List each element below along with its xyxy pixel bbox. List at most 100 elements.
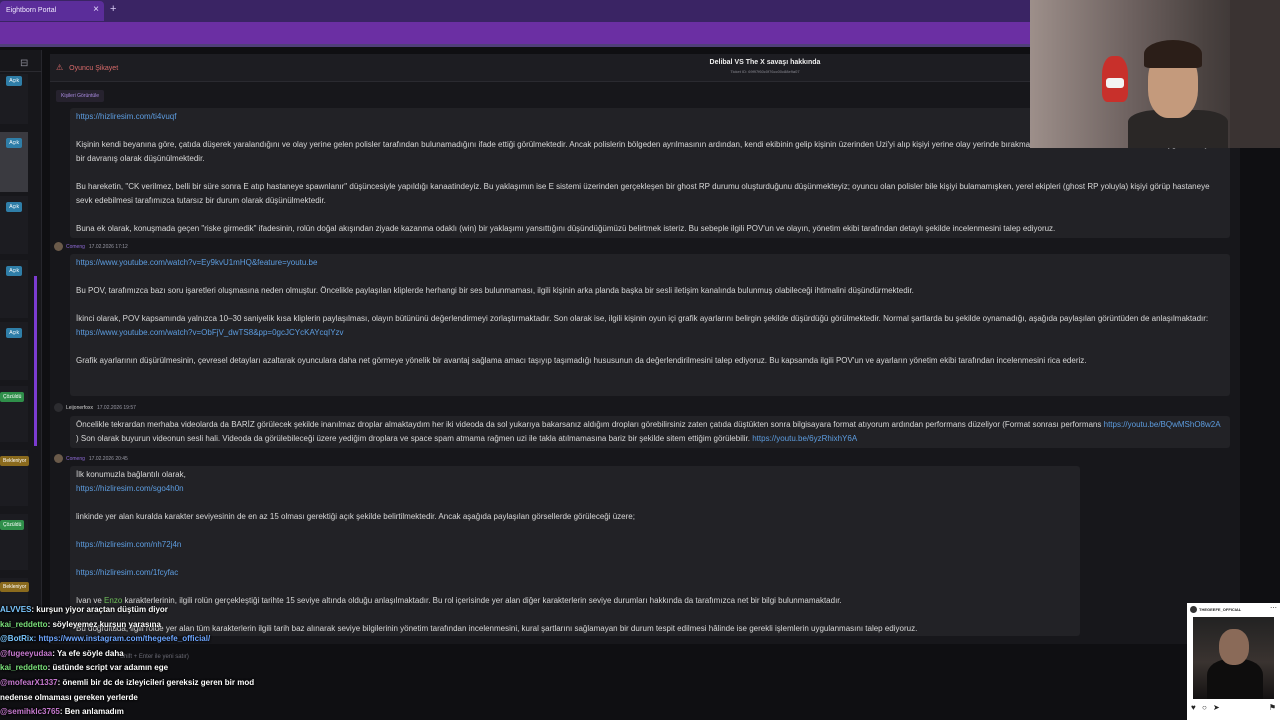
- instagram-card: THEGEEFE_OFFICIAL ⋯ ♥ ○ ➤ ⚑: [1187, 603, 1280, 720]
- status-badge: Bekleniyor: [0, 582, 30, 592]
- photo-coat: [1207, 659, 1263, 699]
- chat-user: @semihklc3765: [0, 707, 60, 717]
- chat-text: : söyleyemez kurşun yarasına: [47, 619, 161, 629]
- sidebar-scroll-indicator: [34, 276, 37, 446]
- message-body: https://www.youtube.com/watch?v=Ey9kvU1m…: [70, 254, 1230, 396]
- chat-message: @semihklc3765: Ben anlamadım: [0, 705, 340, 720]
- santa-beard: [1106, 78, 1124, 88]
- chat-text: : Ben anlamadım: [59, 707, 124, 717]
- message-author[interactable]: Comeng: [66, 456, 85, 462]
- message-paragraph: linkinde yer alan kuralda karakter seviy…: [76, 512, 635, 521]
- webcam-cabinet: [1230, 0, 1280, 148]
- chat-text: : https://www.instagram.com/thegeefe_off…: [33, 634, 211, 644]
- message-meta: Comeng 17.02.2026 20:45: [54, 454, 128, 463]
- message-body: Öncelikle tekrardan merhaba videolarda d…: [70, 416, 1230, 448]
- status-badge: Açık: [6, 328, 22, 338]
- stream-chat: ALVVES: kurşun yiyor araçtan düştüm diyo…: [0, 603, 340, 720]
- ticket-id: Ticket ID: 69f97f60c0f76cc00c88e9a07: [730, 69, 800, 74]
- instagram-photo: [1193, 617, 1274, 699]
- message-feed[interactable]: Kişileri Görüntüle https://hizliresim.co…: [50, 82, 1240, 644]
- message-link[interactable]: https://www.youtube.com/watch?v=Ey9kvU1m…: [76, 258, 317, 267]
- instagram-handle: THEGEEFE_OFFICIAL: [1199, 607, 1242, 612]
- message-paragraph: İkinci olarak, POV kapsamında yalnızca 1…: [76, 314, 1209, 323]
- chat-text: : üstünde script var adamın ege: [47, 663, 169, 673]
- avatar: [54, 403, 63, 412]
- sidebar-toolbar: ⊟: [0, 56, 42, 72]
- chat-text: nedense olmaması gereken yerlerde: [0, 692, 138, 702]
- tab-title: Eightborn Portal: [6, 7, 57, 14]
- chat-text: : kurşun yiyor araçtan düştüm diyor: [31, 605, 168, 614]
- streamer-hair: [1144, 40, 1202, 68]
- screen: Eightborn Portal × + ⊟ Açık Açık Açık Aç…: [0, 0, 1280, 720]
- ticket-title: Delibal VS The X savaşı hakkında: [709, 59, 821, 66]
- message-author[interactable]: Leijonerfoxx: [66, 405, 93, 411]
- message-link[interactable]: https://youtu.be/6yzRhixhY6A: [752, 434, 857, 443]
- sidebar-item[interactable]: Açık: [0, 132, 28, 192]
- photo-person: [1219, 629, 1249, 665]
- sidebar-item[interactable]: Açık: [0, 260, 28, 318]
- message-paragraph: Buna ek olarak, konuşmada geçen "riske g…: [76, 224, 1056, 233]
- status-badge: Açık: [6, 138, 22, 148]
- browser-tab[interactable]: Eightborn Portal ×: [0, 1, 104, 21]
- avatar: [54, 242, 63, 251]
- message-link[interactable]: https://hizliresim.com/1fcyfac: [76, 568, 178, 577]
- message-time: 17.02.2026 20:45: [88, 455, 128, 462]
- message-time: 17.02.2026 19:57: [96, 404, 136, 411]
- message-paragraph: İlk konumuzla bağlantılı olarak,: [76, 470, 186, 479]
- chat-message: kai_reddetto: söyleyemez kurşun yarasına: [0, 618, 340, 633]
- more-icon: ⋯: [1270, 605, 1277, 612]
- status-badge: Açık: [6, 76, 22, 86]
- avatar: [54, 454, 63, 463]
- chat-text: : Ya efe söyle daha: [52, 648, 124, 658]
- chat-message: ALVVES: kurşun yiyor araçtan düştüm diyo…: [0, 603, 340, 618]
- message-meta: Leijonerfoxx 17.02.2026 19:57: [54, 403, 136, 412]
- status-badge: Çözüldü: [0, 520, 25, 530]
- chat-user: kai_reddetto: [0, 619, 48, 629]
- chat-text: : önemli bir dc de izleyicileri gereksiz…: [57, 677, 255, 687]
- sidebar-item[interactable]: Açık: [0, 196, 28, 254]
- message-link[interactable]: https://hizliresim.com/ti4vuqf: [76, 112, 176, 121]
- sidebar-item[interactable]: Çözüldü: [0, 514, 28, 570]
- close-icon[interactable]: ×: [93, 4, 99, 15]
- report-icon: ⚠: [56, 63, 64, 72]
- message-time: 17.02.2026 17:12: [88, 243, 128, 250]
- message-paragraph: Öncelikle tekrardan merhaba videolarda d…: [76, 420, 1102, 429]
- chat-user: ALVVES: [0, 605, 32, 614]
- ticket-category: ⚠ Oyuncu Şikayet: [56, 63, 118, 72]
- bookmark-icon: ⚑: [1268, 703, 1276, 712]
- chat-user: @BotRix: [0, 634, 34, 644]
- sidebar-item[interactable]: Açık: [0, 74, 28, 124]
- chat-user: kai_reddetto: [0, 663, 48, 673]
- message-paragraph: ) Son olarak buyurun videonun sesli hali…: [76, 434, 750, 443]
- status-badge: Açık: [6, 266, 22, 276]
- chat-user: @fugeeyudaa: [0, 648, 53, 658]
- sidebar-item[interactable]: Bekleniyor: [0, 450, 30, 506]
- status-badge: Açık: [6, 202, 22, 212]
- instagram-actions: ♥ ○ ➤: [1191, 703, 1222, 712]
- webcam-overlay: [1030, 0, 1280, 148]
- message-link[interactable]: https://hizliresim.com/nh72j4n: [76, 540, 181, 549]
- chat-message: nedense olmaması gereken yerlerde: [0, 691, 340, 706]
- collapse-icon[interactable]: ⊟: [20, 58, 28, 69]
- chat-user: @mofearX1337: [0, 677, 58, 687]
- chat-message: @fugeeyudaa: Ya efe söyle daha: [0, 647, 340, 662]
- chat-message: kai_reddetto: üstünde script var adamın …: [0, 661, 340, 676]
- message-paragraph: Grafik ayarlarının düşürülmesinin, çevre…: [76, 356, 1087, 365]
- ticket-category-label: Oyuncu Şikayet: [69, 65, 119, 72]
- chat-message: @BotRix: https://www.instagram.com/thege…: [0, 632, 340, 647]
- message-paragraph: Bu hareketin, "CK verilmez, belli bir sü…: [76, 182, 1210, 205]
- message-link[interactable]: https://www.youtube.com/watch?v=ObFjV_dw…: [76, 328, 344, 337]
- message-author[interactable]: Comeng: [66, 244, 85, 250]
- chat-message: @mofearX1337: önemli bir dc de izleyicil…: [0, 676, 340, 691]
- sidebar-item[interactable]: Açık: [0, 322, 28, 380]
- message-link[interactable]: https://youtu.be/BQwMShO8w2A: [1104, 420, 1221, 429]
- view-people-button[interactable]: Kişileri Görüntüle: [56, 90, 105, 102]
- message-meta: Comeng 17.02.2026 17:12: [54, 242, 128, 251]
- status-badge: Bekleniyor: [0, 456, 30, 466]
- sidebar-item[interactable]: Çözüldü: [0, 386, 28, 442]
- new-tab-icon[interactable]: +: [110, 3, 116, 15]
- message-paragraph: Bu POV, tarafımızca bazı soru işaretleri…: [76, 286, 914, 295]
- message-link[interactable]: https://hizliresim.com/sgo4h0n: [76, 484, 184, 493]
- status-badge: Çözüldü: [0, 392, 25, 402]
- ticket-sidebar: ⊟ Açık Açık Açık Açık Açık Çözüldü Bekle…: [0, 50, 42, 610]
